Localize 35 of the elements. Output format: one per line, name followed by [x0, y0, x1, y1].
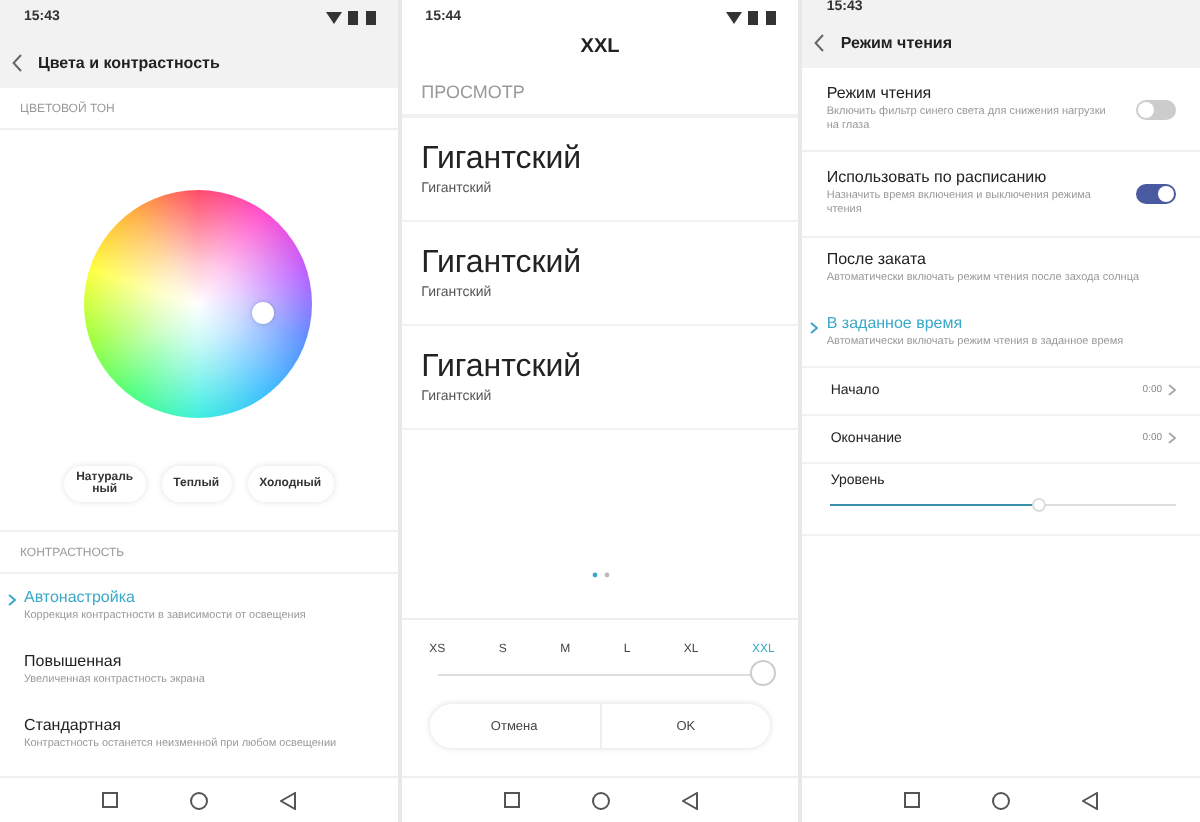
back-icon[interactable]	[814, 33, 825, 51]
wheel-handle[interactable]	[252, 302, 275, 324]
status-icons	[325, 10, 378, 26]
home-icon[interactable]	[189, 791, 208, 809]
toggle-switch[interactable]	[1136, 99, 1177, 120]
option-title: Автонастройка	[24, 588, 137, 606]
page-indicator	[591, 572, 609, 578]
section-header: ПРОСМОТР	[401, 74, 799, 116]
back-icon[interactable]	[1082, 791, 1099, 809]
home-icon[interactable]	[591, 791, 609, 809]
recents-icon[interactable]	[503, 792, 519, 808]
setting-title: Использовать по расписанию	[826, 168, 1049, 187]
home-icon[interactable]	[992, 791, 1011, 809]
back-icon[interactable]	[681, 791, 697, 809]
screen-title: Режим чтения	[840, 33, 952, 51]
preview-large-text: Гигантский	[421, 142, 584, 178]
setting-title: Режим чтения	[826, 84, 934, 102]
preview-large-text: Гигантский	[421, 350, 584, 386]
chevron-icon	[810, 321, 819, 334]
back-icon[interactable]	[12, 53, 22, 71]
option-title: После заката	[826, 249, 928, 268]
screen-title: XXL	[578, 36, 622, 62]
recents-icon[interactable]	[904, 792, 921, 808]
recents-icon[interactable]	[101, 792, 118, 808]
toggle-switch[interactable]	[1136, 183, 1177, 204]
status-icons	[726, 10, 779, 26]
back-icon[interactable]	[279, 791, 296, 809]
option-title: В заданное время	[826, 313, 965, 332]
chevron-icon	[8, 594, 16, 606]
screen-title: Цвета и контрастность	[38, 53, 220, 71]
option-title: Стандартная	[24, 716, 123, 735]
option-title: Повышенная	[24, 652, 124, 671]
preview-large-text: Гигантский	[421, 246, 584, 282]
chevron-icon	[1168, 432, 1177, 445]
chevron-icon	[1168, 384, 1177, 397]
